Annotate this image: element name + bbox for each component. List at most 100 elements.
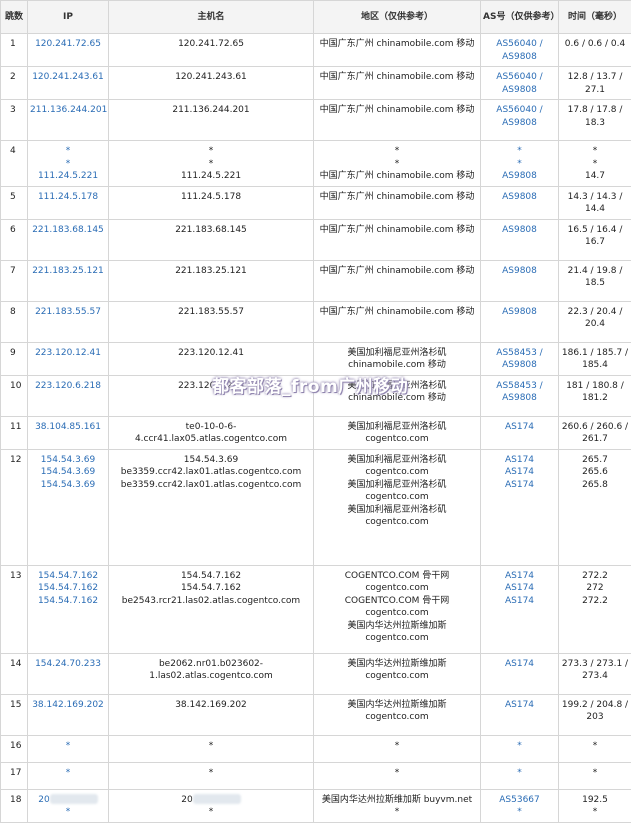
cell-as-number-line[interactable]: AS174 bbox=[483, 421, 556, 434]
cell-ip[interactable]: 223.120.12.41 bbox=[28, 342, 109, 375]
cell-ip-line[interactable]: 154.54.3.69 bbox=[30, 479, 106, 492]
cell-as-number-line[interactable]: AS174 bbox=[483, 570, 556, 583]
cell-region: 中国广东广州 chinamobile.com 移动 bbox=[314, 301, 481, 342]
cell-as-number[interactable]: AS174 bbox=[481, 653, 559, 694]
cell-ip-line[interactable]: 221.183.68.145 bbox=[30, 224, 106, 237]
cell-hostname: * bbox=[109, 735, 314, 762]
cell-region: 美国加利福尼亚州洛杉矶cogentco.com bbox=[314, 416, 481, 449]
cell-as-number-line[interactable]: AS174 bbox=[483, 466, 556, 479]
cell-as-number[interactable]: AS9808 bbox=[481, 219, 559, 260]
cell-region-line: * bbox=[316, 806, 478, 819]
cell-time-line: 14.7 bbox=[561, 170, 629, 183]
cell-region-line: 中国广东广州 chinamobile.com 移动 bbox=[316, 71, 478, 84]
cell-as-number-line[interactable]: AS9808 bbox=[483, 170, 556, 183]
cell-as-number[interactable]: AS56040 /AS9808 bbox=[481, 67, 559, 100]
cell-as-number-line[interactable]: AS9808 bbox=[483, 191, 556, 204]
cell-ip[interactable]: 211.136.244.201 bbox=[28, 100, 109, 141]
cell-as-number-line[interactable]: AS9808 bbox=[483, 306, 556, 319]
cell-ip[interactable]: 154.24.70.233 bbox=[28, 653, 109, 694]
cell-ip[interactable]: 38.104.85.161 bbox=[28, 416, 109, 449]
cell-hostname: **111.24.5.221 bbox=[109, 141, 314, 187]
cell-ip[interactable]: 154.54.3.69154.54.3.69154.54.3.69 bbox=[28, 449, 109, 565]
cell-ip-line[interactable]: 154.54.7.162 bbox=[30, 570, 106, 583]
cell-as-number[interactable]: AS9808 bbox=[481, 186, 559, 219]
cell-region-line: * bbox=[316, 767, 478, 780]
cell-as-number-line[interactable]: AS174 bbox=[483, 595, 556, 608]
cell-as-number-line[interactable]: AS56040 / bbox=[483, 71, 556, 84]
cell-region: 中国广东广州 chinamobile.com 移动 bbox=[314, 219, 481, 260]
cell-as-number[interactable]: AS53667* bbox=[481, 789, 559, 822]
cell-ip-line[interactable]: 221.183.25.121 bbox=[30, 265, 106, 278]
cell-hop-line: 9 bbox=[10, 347, 25, 360]
cell-ip-line[interactable]: 111.24.5.178 bbox=[30, 191, 106, 204]
cell-as-number-line[interactable]: AS56040 / bbox=[483, 38, 556, 51]
cell-as-number-line[interactable]: AS174 bbox=[483, 454, 556, 467]
cell-ip[interactable]: 221.183.68.145 bbox=[28, 219, 109, 260]
cell-region-line: 美国内华达州拉斯维加斯 bbox=[316, 699, 478, 712]
cell-ip-line[interactable]: 154.24.70.233 bbox=[30, 658, 106, 671]
cell-as-number-line[interactable]: AS9808 bbox=[483, 51, 556, 64]
cell-as-number[interactable]: **AS9808 bbox=[481, 141, 559, 187]
cell-time: 17.8 / 17.8 /18.3 bbox=[559, 100, 631, 141]
cell-hop: 2 bbox=[1, 67, 28, 100]
cell-ip-line[interactable]: 154.54.3.69 bbox=[30, 466, 106, 479]
cell-as-number-line[interactable]: AS9808 bbox=[483, 84, 556, 97]
cell-ip[interactable]: 20* bbox=[28, 789, 109, 822]
cell-as-number-line[interactable]: AS9808 bbox=[483, 224, 556, 237]
cell-ip-line[interactable]: 154.54.3.69 bbox=[30, 454, 106, 467]
cell-as-number-line[interactable]: AS9808 bbox=[483, 359, 556, 372]
cell-as-number[interactable]: AS9808 bbox=[481, 301, 559, 342]
cell-as-number[interactable]: AS174 bbox=[481, 694, 559, 735]
cell-ip-line[interactable]: 221.183.55.57 bbox=[30, 306, 106, 319]
cell-as-number-line[interactable]: AS58453 / bbox=[483, 347, 556, 360]
cell-as-number-line[interactable]: AS174 bbox=[483, 699, 556, 712]
cell-as-number-line[interactable]: AS9808 bbox=[483, 392, 556, 405]
cell-as-number[interactable]: AS174AS174AS174 bbox=[481, 565, 559, 653]
header-hop: 跳数 bbox=[1, 1, 28, 34]
cell-ip-line[interactable]: 38.142.169.202 bbox=[30, 699, 106, 712]
cell-hostname: 120.241.243.61 bbox=[109, 67, 314, 100]
cell-as-number-line[interactable]: AS9808 bbox=[483, 265, 556, 278]
cell-as-number-line[interactable]: AS9808 bbox=[483, 117, 556, 130]
cell-as-number-line[interactable]: AS53667 bbox=[483, 794, 556, 807]
cell-as-number[interactable]: AS56040 /AS9808 bbox=[481, 34, 559, 67]
cell-as-number-line[interactable]: AS174 bbox=[483, 479, 556, 492]
cell-as-number[interactable]: * bbox=[481, 762, 559, 789]
cell-ip-line[interactable]: 211.136.244.201 bbox=[30, 104, 106, 117]
cell-as-number[interactable]: AS56040 /AS9808 bbox=[481, 100, 559, 141]
cell-ip[interactable]: 223.120.6.218 bbox=[28, 375, 109, 416]
cell-ip-line[interactable]: 154.54.7.162 bbox=[30, 595, 106, 608]
cell-ip[interactable]: 120.241.243.61 bbox=[28, 67, 109, 100]
cell-as-number[interactable]: AS9808 bbox=[481, 260, 559, 301]
cell-ip[interactable]: 221.183.25.121 bbox=[28, 260, 109, 301]
cell-ip-line[interactable]: 120.241.72.65 bbox=[30, 38, 106, 51]
cell-ip-line[interactable]: 111.24.5.221 bbox=[30, 170, 106, 183]
cell-as-number[interactable]: AS174AS174AS174 bbox=[481, 449, 559, 565]
cell-ip-line[interactable]: 38.104.85.161 bbox=[30, 421, 106, 434]
cell-ip[interactable]: * bbox=[28, 735, 109, 762]
cell-time-line: 27.1 bbox=[561, 84, 629, 97]
cell-as-number[interactable]: AS58453 /AS9808 bbox=[481, 375, 559, 416]
cell-ip-line[interactable]: 20 bbox=[30, 794, 106, 807]
cell-ip-line[interactable]: 223.120.12.41 bbox=[30, 347, 106, 360]
cell-as-number-line[interactable]: AS56040 / bbox=[483, 104, 556, 117]
cell-time-line: 17.8 / 17.8 / bbox=[561, 104, 629, 117]
cell-as-number-line[interactable]: AS174 bbox=[483, 658, 556, 671]
cell-ip[interactable]: * bbox=[28, 762, 109, 789]
cell-as-number[interactable]: * bbox=[481, 735, 559, 762]
cell-ip-line[interactable]: 154.54.7.162 bbox=[30, 582, 106, 595]
cell-as-number[interactable]: AS174 bbox=[481, 416, 559, 449]
cell-ip[interactable]: 154.54.7.162154.54.7.162154.54.7.162 bbox=[28, 565, 109, 653]
cell-ip[interactable]: **111.24.5.221 bbox=[28, 141, 109, 187]
cell-ip[interactable]: 111.24.5.178 bbox=[28, 186, 109, 219]
cell-ip-line[interactable]: 223.120.6.218 bbox=[30, 380, 106, 393]
cell-region: 中国广东广州 chinamobile.com 移动 bbox=[314, 186, 481, 219]
cell-as-number-line[interactable]: AS174 bbox=[483, 582, 556, 595]
cell-as-number[interactable]: AS58453 /AS9808 bbox=[481, 342, 559, 375]
cell-ip[interactable]: 120.241.72.65 bbox=[28, 34, 109, 67]
cell-ip[interactable]: 38.142.169.202 bbox=[28, 694, 109, 735]
cell-hostname-line: be2543.rcr21.las02.atlas.cogentco.com bbox=[111, 595, 311, 608]
cell-ip[interactable]: 221.183.55.57 bbox=[28, 301, 109, 342]
cell-as-number-line[interactable]: AS58453 / bbox=[483, 380, 556, 393]
cell-ip-line[interactable]: 120.241.243.61 bbox=[30, 71, 106, 84]
